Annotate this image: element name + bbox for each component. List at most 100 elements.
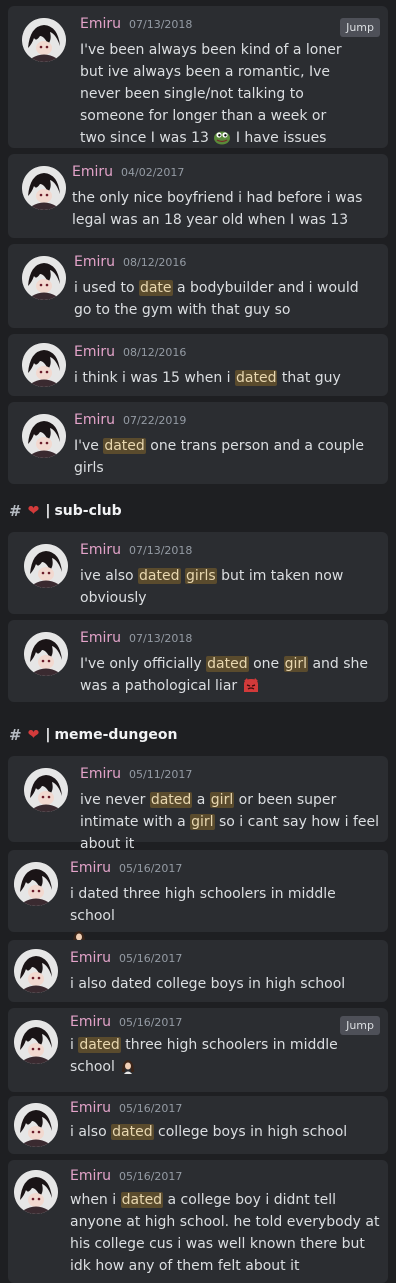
message-author[interactable]: Emiru 05/16/2017 xyxy=(70,1100,182,1116)
message-author[interactable]: Emiru 05/16/2017 xyxy=(70,860,182,876)
search-highlight: dated xyxy=(235,370,278,386)
username[interactable]: Emiru xyxy=(80,766,121,782)
username[interactable]: Emiru xyxy=(74,412,115,428)
avatar[interactable] xyxy=(14,1103,58,1147)
message-author[interactable]: Emiru 05/11/2017 xyxy=(80,766,192,782)
timestamp: 05/16/2017 xyxy=(119,1102,183,1115)
jump-button[interactable]: Jump xyxy=(340,1016,380,1035)
username[interactable]: Emiru xyxy=(72,164,113,180)
message-author[interactable]: Emiru 05/16/2017 xyxy=(70,1014,182,1030)
timestamp: 07/13/2018 xyxy=(129,18,193,31)
message-author[interactable]: Emiru 08/12/2016 xyxy=(74,344,186,360)
timestamp: 05/16/2017 xyxy=(119,1170,183,1183)
channel-header[interactable]: # ❤ | meme-dungeon xyxy=(0,719,396,751)
avatar[interactable] xyxy=(22,414,66,458)
timestamp: 08/12/2016 xyxy=(123,256,187,269)
search-highlight: dated xyxy=(138,568,181,584)
heart-icon: ❤ xyxy=(27,727,40,743)
search-highlight: girl xyxy=(283,656,309,672)
timestamp: 08/12/2016 xyxy=(123,346,187,359)
message-text: I've only officially dated one girl and … xyxy=(80,656,369,694)
avatar[interactable] xyxy=(14,1170,58,1214)
search-highlight: dated xyxy=(103,438,146,454)
message-author[interactable]: Emiru 07/13/2018 xyxy=(80,630,192,646)
search-result-message[interactable]: Emiru 05/16/2017 i dated three high schoo… xyxy=(8,850,388,945)
timestamp: 05/16/2017 xyxy=(119,1016,183,1029)
search-result-message[interactable]: Emiru 07/13/2018 I've only officially dat… xyxy=(8,620,388,702)
message-author[interactable]: Emiru 05/16/2017 xyxy=(70,950,182,966)
username[interactable]: Emiru xyxy=(70,1168,111,1184)
avatar[interactable] xyxy=(22,343,66,387)
timestamp: 07/22/2019 xyxy=(123,414,187,427)
avatar[interactable] xyxy=(24,768,68,812)
timestamp: 04/02/2017 xyxy=(121,166,185,179)
search-result-message[interactable]: Emiru 07/13/2018 Jump I've been always be… xyxy=(8,6,388,148)
message-text: ive never dated a girl or been super int… xyxy=(80,792,380,852)
search-result-message[interactable]: Emiru 07/22/2019 I've dated one trans per… xyxy=(8,402,388,484)
search-result-message[interactable]: Emiru 04/02/2017 the only nice boyfriend … xyxy=(8,154,388,238)
message-author[interactable]: Emiru 04/02/2017 xyxy=(72,164,184,180)
avatar[interactable] xyxy=(14,1020,58,1064)
username[interactable]: Emiru xyxy=(70,860,111,876)
girl-emoji xyxy=(119,1058,137,1074)
message-text: I've dated one trans person and a couple… xyxy=(74,438,364,476)
message-text: the only nice boyfriend i had before i w… xyxy=(72,190,363,228)
heart-icon: ❤ xyxy=(27,503,40,519)
username[interactable]: Emiru xyxy=(80,542,121,558)
avatar[interactable] xyxy=(14,949,58,993)
avatar[interactable] xyxy=(24,632,68,676)
search-result-message[interactable]: Emiru 05/16/2017 i also dated college boy… xyxy=(8,1096,388,1154)
hash-icon: # xyxy=(9,502,22,520)
search-result-message[interactable]: Emiru 05/16/2017 i also dated college boy… xyxy=(8,940,388,1002)
username[interactable]: Emiru xyxy=(80,630,121,646)
username[interactable]: Emiru xyxy=(70,1014,111,1030)
search-highlight: date xyxy=(138,280,173,296)
avatar[interactable] xyxy=(22,18,66,62)
username[interactable]: Emiru xyxy=(80,16,121,32)
username[interactable]: Emiru xyxy=(70,950,111,966)
message-text: when i dated a college boy i didnt tell … xyxy=(70,1192,380,1274)
search-highlight: girls xyxy=(184,568,217,584)
hash-icon: # xyxy=(9,726,22,744)
timestamp: 05/16/2017 xyxy=(119,862,183,875)
search-highlight: dated xyxy=(78,1037,121,1053)
timestamp: 07/13/2018 xyxy=(129,544,193,557)
search-result-message[interactable]: Emiru 08/12/2016 i used to date a bodybui… xyxy=(8,244,388,328)
message-text: i used to date a bodybuilder and i would… xyxy=(74,280,359,318)
search-result-message[interactable]: Emiru 05/16/2017 when i dated a college b… xyxy=(8,1160,388,1283)
search-highlight: dated xyxy=(120,1192,164,1208)
search-results: Emiru 07/13/2018 Jump I've been always be… xyxy=(0,0,396,1283)
message-text: i dated three high schoolers in middle s… xyxy=(70,1037,338,1075)
message-text: ive also dated girls but im taken now ob… xyxy=(80,568,344,606)
message-author[interactable]: Emiru 07/13/2018 xyxy=(80,16,192,32)
message-text: i also dated college boys in high school xyxy=(70,976,346,992)
channel-name[interactable]: sub-club xyxy=(54,503,121,519)
search-highlight: girl xyxy=(209,792,235,808)
message-author[interactable]: Emiru 05/16/2017 xyxy=(70,1168,182,1184)
angry-emoji xyxy=(242,677,260,693)
username[interactable]: Emiru xyxy=(70,1100,111,1116)
timestamp: 05/16/2017 xyxy=(119,952,183,965)
avatar[interactable] xyxy=(22,256,66,300)
jump-button[interactable]: Jump xyxy=(340,18,380,37)
search-result-message[interactable]: Emiru 08/12/2016 i think i was 15 when i … xyxy=(8,334,388,396)
avatar[interactable] xyxy=(14,862,58,906)
search-result-message[interactable]: Emiru 05/16/2017 Jump i dated three high … xyxy=(8,1008,388,1092)
message-author[interactable]: Emiru 07/22/2019 xyxy=(74,412,186,428)
message-text: I've been always been kind of a loner bu… xyxy=(80,42,342,146)
channel-name[interactable]: meme-dungeon xyxy=(54,727,177,743)
search-result-message[interactable]: Emiru 07/13/2018 ive also dated girls but… xyxy=(8,532,388,614)
search-highlight: dated xyxy=(111,1124,154,1140)
message-author[interactable]: Emiru 07/13/2018 xyxy=(80,542,192,558)
timestamp: 07/13/2018 xyxy=(129,632,193,645)
channel-header[interactable]: # ❤ | sub-club xyxy=(0,495,396,527)
message-text: i also dated college boys in high school xyxy=(70,1124,348,1140)
avatar[interactable] xyxy=(22,166,66,210)
username[interactable]: Emiru xyxy=(74,344,115,360)
search-highlight: dated xyxy=(206,656,249,672)
avatar[interactable] xyxy=(24,544,68,588)
timestamp: 05/11/2017 xyxy=(129,768,193,781)
search-result-message[interactable]: Emiru 05/11/2017 ive never dated a girl o… xyxy=(8,756,388,852)
message-author[interactable]: Emiru 08/12/2016 xyxy=(74,254,186,270)
username[interactable]: Emiru xyxy=(74,254,115,270)
